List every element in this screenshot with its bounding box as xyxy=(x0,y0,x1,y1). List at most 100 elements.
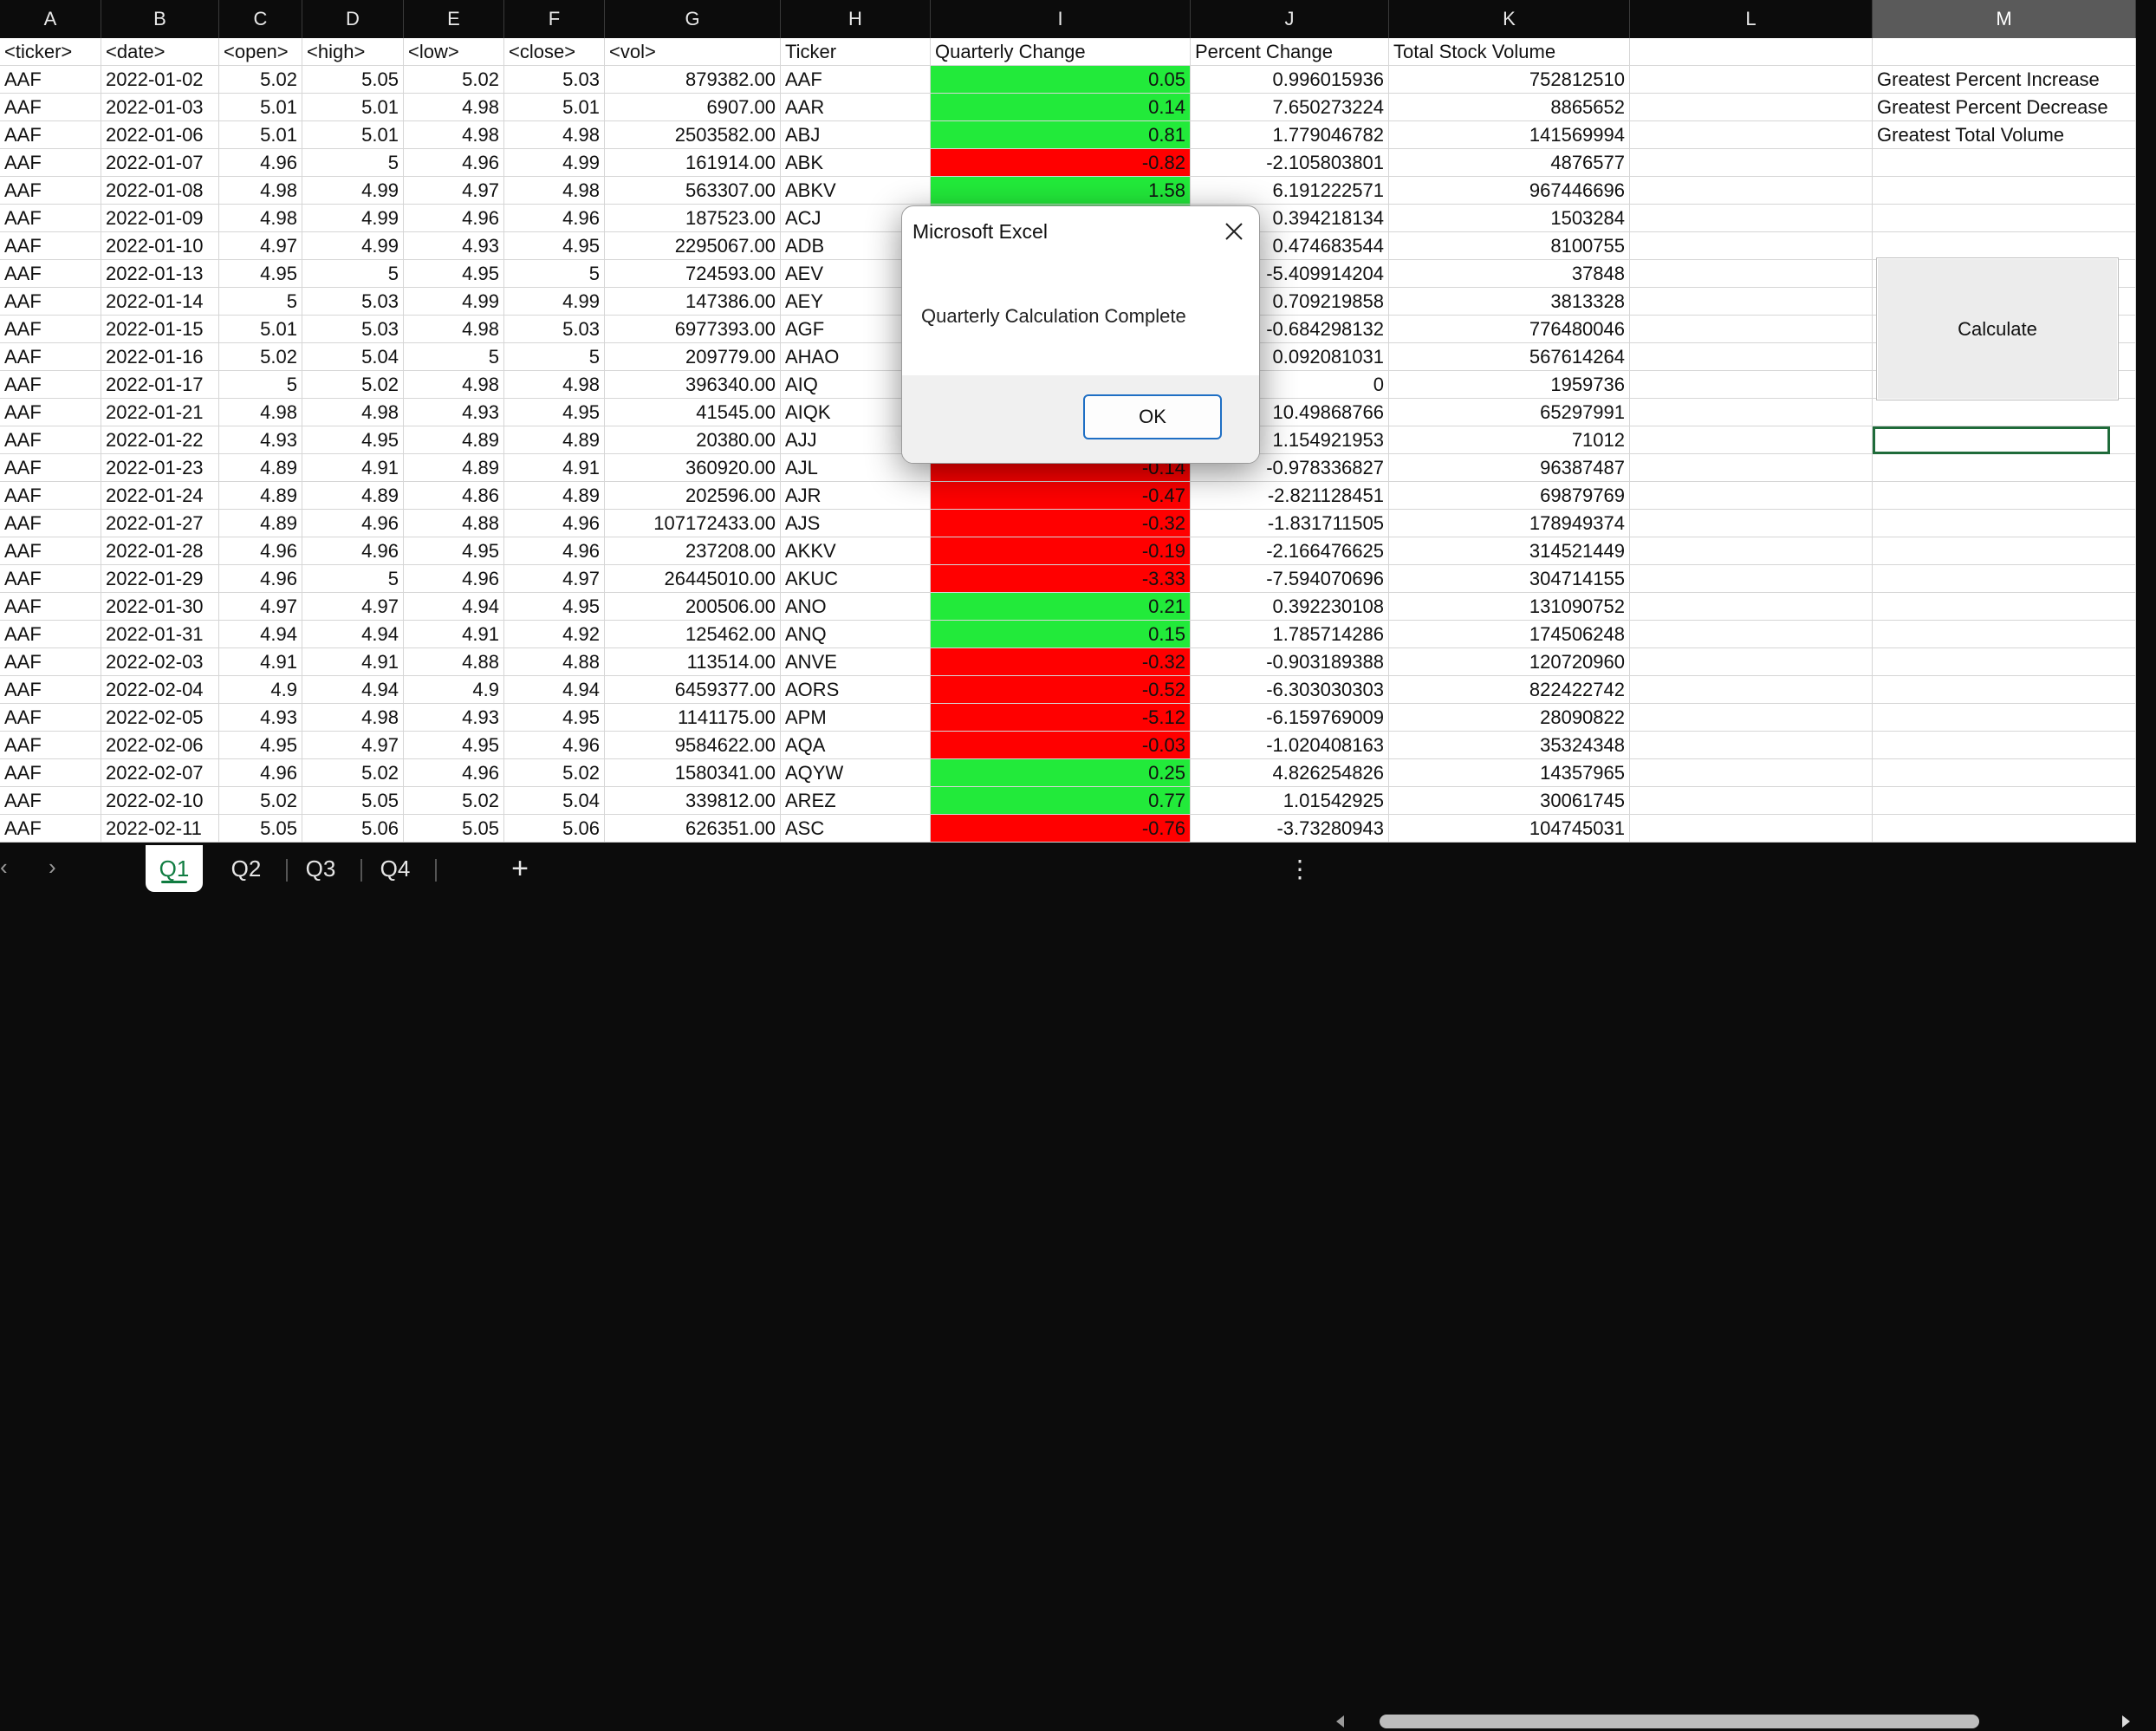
table-cell[interactable]: 0.77 xyxy=(931,787,1191,815)
table-cell[interactable]: 2022-02-11 xyxy=(101,815,219,843)
table-cell[interactable]: ANVE xyxy=(781,648,931,676)
header-cell[interactable]: Ticker xyxy=(781,38,931,66)
table-cell[interactable]: 5.02 xyxy=(302,759,404,787)
table-cell[interactable]: 4.98 xyxy=(504,177,605,205)
table-cell[interactable]: 4.96 xyxy=(302,537,404,565)
header-cell[interactable]: <high> xyxy=(302,38,404,66)
table-cell[interactable]: 2503582.00 xyxy=(605,121,781,149)
table-cell[interactable]: -0.52 xyxy=(931,676,1191,704)
table-cell[interactable] xyxy=(1630,121,1873,149)
table-cell[interactable]: 4.94 xyxy=(504,676,605,704)
table-cell[interactable] xyxy=(1873,510,2136,537)
table-cell[interactable]: 2022-01-08 xyxy=(101,177,219,205)
table-cell[interactable]: 2022-01-29 xyxy=(101,565,219,593)
table-cell[interactable]: -6.303030303 xyxy=(1191,676,1389,704)
table-cell[interactable]: 5 xyxy=(219,371,302,399)
table-cell[interactable]: 2022-01-27 xyxy=(101,510,219,537)
table-cell[interactable]: 4.88 xyxy=(404,510,504,537)
tab-q2[interactable]: Q2 xyxy=(220,845,272,892)
table-cell[interactable]: 5.05 xyxy=(302,787,404,815)
table-cell[interactable]: Greatest Percent Decrease xyxy=(1873,94,2136,121)
table-cell[interactable]: 28090822 xyxy=(1389,704,1630,732)
table-cell[interactable]: 4.89 xyxy=(219,482,302,510)
table-cell[interactable]: AAF xyxy=(0,66,101,94)
table-cell[interactable]: 2022-01-23 xyxy=(101,454,219,482)
table-cell[interactable] xyxy=(1630,565,1873,593)
prev-sheet-icon[interactable]: ‹ xyxy=(0,854,8,881)
table-cell[interactable]: 4.91 xyxy=(302,454,404,482)
table-cell[interactable]: 5 xyxy=(404,343,504,371)
table-cell[interactable]: 174506248 xyxy=(1389,621,1630,648)
table-cell[interactable]: 4.96 xyxy=(404,759,504,787)
table-cell[interactable]: 2022-01-31 xyxy=(101,621,219,648)
table-cell[interactable]: -6.159769009 xyxy=(1191,704,1389,732)
table-cell[interactable]: 0.15 xyxy=(931,621,1191,648)
header-cell[interactable]: <low> xyxy=(404,38,504,66)
table-cell[interactable]: 396340.00 xyxy=(605,371,781,399)
table-cell[interactable] xyxy=(1630,399,1873,426)
table-cell[interactable]: 563307.00 xyxy=(605,177,781,205)
scroll-right-icon[interactable] xyxy=(2118,1714,2133,1729)
table-cell[interactable]: 4.98 xyxy=(219,399,302,426)
table-cell[interactable]: 4.98 xyxy=(302,704,404,732)
table-cell[interactable] xyxy=(1630,815,1873,843)
table-cell[interactable]: 1141175.00 xyxy=(605,704,781,732)
table-cell[interactable]: 4.99 xyxy=(302,232,404,260)
table-cell[interactable]: 4.96 xyxy=(302,510,404,537)
table-cell[interactable] xyxy=(1873,732,2136,759)
table-cell[interactable]: 1580341.00 xyxy=(605,759,781,787)
table-cell[interactable]: 4.89 xyxy=(219,510,302,537)
table-cell[interactable]: 4.89 xyxy=(219,454,302,482)
table-cell[interactable]: 4.89 xyxy=(302,482,404,510)
table-cell[interactable]: ANQ xyxy=(781,621,931,648)
table-cell[interactable]: 4.88 xyxy=(504,648,605,676)
column-header-d[interactable]: D xyxy=(302,0,404,38)
table-cell[interactable] xyxy=(1873,648,2136,676)
table-cell[interactable]: AAF xyxy=(0,399,101,426)
table-cell[interactable]: 4.97 xyxy=(302,593,404,621)
table-cell[interactable]: 0.25 xyxy=(931,759,1191,787)
table-cell[interactable]: 776480046 xyxy=(1389,316,1630,343)
table-cell[interactable]: 4.96 xyxy=(219,759,302,787)
table-cell[interactable]: 4.97 xyxy=(219,593,302,621)
table-cell[interactable]: 178949374 xyxy=(1389,510,1630,537)
header-cell[interactable]: Percent Change xyxy=(1191,38,1389,66)
table-cell[interactable]: 4.98 xyxy=(404,316,504,343)
table-cell[interactable]: AAF xyxy=(0,787,101,815)
table-cell[interactable]: AREZ xyxy=(781,787,931,815)
table-cell[interactable]: 5.02 xyxy=(219,66,302,94)
table-cell[interactable] xyxy=(1630,232,1873,260)
table-cell[interactable] xyxy=(1630,759,1873,787)
table-cell[interactable]: 4.99 xyxy=(504,288,605,316)
table-cell[interactable]: 237208.00 xyxy=(605,537,781,565)
table-cell[interactable]: 4.98 xyxy=(404,94,504,121)
table-cell[interactable]: -0.32 xyxy=(931,510,1191,537)
table-cell[interactable] xyxy=(1873,149,2136,177)
table-cell[interactable]: 4.98 xyxy=(219,177,302,205)
table-cell[interactable]: -3.33 xyxy=(931,565,1191,593)
table-cell[interactable]: -0.32 xyxy=(931,648,1191,676)
table-cell[interactable]: 26445010.00 xyxy=(605,565,781,593)
header-cell[interactable]: <date> xyxy=(101,38,219,66)
header-cell[interactable]: Total Stock Volume xyxy=(1389,38,1630,66)
next-sheet-icon[interactable]: › xyxy=(49,854,56,881)
table-cell[interactable]: 2022-01-17 xyxy=(101,371,219,399)
table-cell[interactable]: AAF xyxy=(0,648,101,676)
table-cell[interactable]: 5.05 xyxy=(404,815,504,843)
table-cell[interactable]: AAF xyxy=(781,66,931,94)
table-cell[interactable]: ABJ xyxy=(781,121,931,149)
table-cell[interactable]: 161914.00 xyxy=(605,149,781,177)
table-cell[interactable] xyxy=(1630,94,1873,121)
table-cell[interactable]: 4.826254826 xyxy=(1191,759,1389,787)
table-cell[interactable] xyxy=(1630,593,1873,621)
table-cell[interactable]: 125462.00 xyxy=(605,621,781,648)
table-cell[interactable]: 6.191222571 xyxy=(1191,177,1389,205)
table-cell[interactable] xyxy=(1630,676,1873,704)
table-cell[interactable]: AAF xyxy=(0,316,101,343)
table-cell[interactable]: 2022-01-14 xyxy=(101,288,219,316)
table-cell[interactable]: 4.95 xyxy=(504,704,605,732)
table-cell[interactable]: 4.94 xyxy=(302,621,404,648)
column-header-a[interactable]: A xyxy=(0,0,101,38)
table-cell[interactable]: 147386.00 xyxy=(605,288,781,316)
table-cell[interactable]: 5.01 xyxy=(302,121,404,149)
